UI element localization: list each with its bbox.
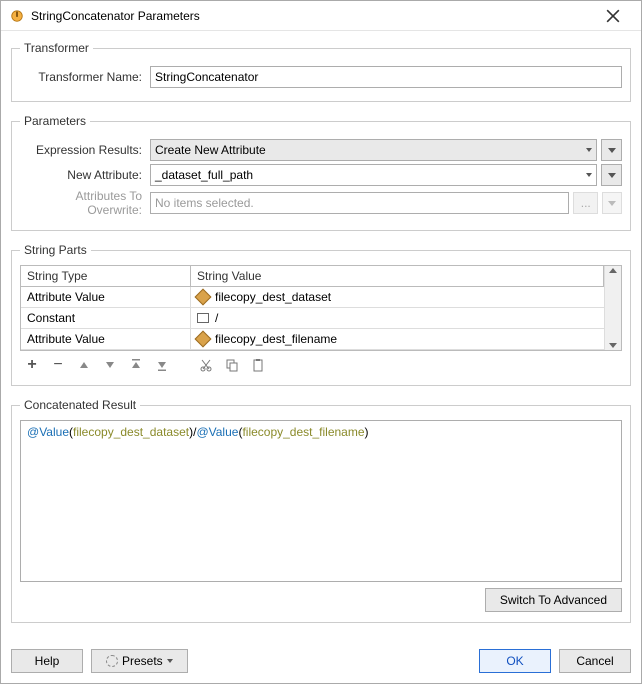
string-type-cell[interactable]: Attribute Value xyxy=(21,287,191,308)
expr-token: filecopy_dest_dataset xyxy=(73,425,189,439)
table-row[interactable]: Attribute Value filecopy_dest_dataset xyxy=(21,287,604,308)
chevron-down-icon xyxy=(608,148,616,153)
string-parts-group: String Parts String Type String Value At… xyxy=(11,243,631,386)
chevron-down-icon xyxy=(608,173,616,178)
move-top-button[interactable] xyxy=(128,357,144,373)
string-type-cell[interactable]: Attribute Value xyxy=(21,329,191,350)
ok-button[interactable]: OK xyxy=(479,649,551,673)
expr-token: Value xyxy=(209,425,239,439)
string-parts-toolbar: + − xyxy=(20,351,622,375)
string-value-cell[interactable]: filecopy_dest_filename xyxy=(191,329,604,350)
string-parts-legend: String Parts xyxy=(20,243,91,257)
move-bottom-button[interactable] xyxy=(154,357,170,373)
expr-token: Value xyxy=(39,425,69,439)
concatenated-result-group: Concatenated Result @Value(filecopy_dest… xyxy=(11,398,631,623)
app-icon xyxy=(9,8,25,24)
transformer-name-input[interactable] xyxy=(150,66,622,88)
string-type-header[interactable]: String Type xyxy=(21,266,191,287)
string-value-text: / xyxy=(215,311,218,325)
scroll-up-icon xyxy=(609,268,617,273)
close-button[interactable] xyxy=(593,2,633,30)
attributes-overwrite-browse-button: ... xyxy=(573,192,598,214)
transformer-group: Transformer Transformer Name: xyxy=(11,41,631,102)
attributes-overwrite-value: No items selected. xyxy=(155,196,254,210)
string-value-cell[interactable]: / xyxy=(191,308,604,329)
new-attribute-label: New Attribute: xyxy=(20,168,150,182)
string-value-text: filecopy_dest_filename xyxy=(215,332,337,346)
expr-token: ) xyxy=(365,425,369,439)
help-button[interactable]: Help xyxy=(11,649,83,673)
copy-button[interactable] xyxy=(224,357,240,373)
new-attribute-value: _dataset_full_path xyxy=(155,168,253,182)
new-attribute-menu-button[interactable] xyxy=(601,164,622,186)
chevron-down-icon xyxy=(586,148,592,152)
concatenated-result-legend: Concatenated Result xyxy=(20,398,140,412)
string-value-cell[interactable]: filecopy_dest_dataset xyxy=(191,287,604,308)
expr-token: @ xyxy=(196,425,208,439)
remove-row-button[interactable]: − xyxy=(50,357,66,373)
expr-token: @ xyxy=(27,425,39,439)
chevron-down-icon xyxy=(586,173,592,177)
add-row-button[interactable]: + xyxy=(24,357,40,373)
presets-icon xyxy=(106,655,118,667)
parameters-group: Parameters Expression Results: Create Ne… xyxy=(11,114,631,231)
window-title: StringConcatenator Parameters xyxy=(31,9,593,23)
expression-results-select[interactable]: Create New Attribute xyxy=(150,139,597,161)
switch-to-advanced-button[interactable]: Switch To Advanced xyxy=(485,588,622,612)
titlebar: StringConcatenator Parameters xyxy=(1,1,641,31)
dialog-footer: Help Presets OK Cancel xyxy=(1,641,641,683)
presets-label: Presets xyxy=(122,654,163,668)
string-value-header[interactable]: String Value xyxy=(191,266,604,287)
string-value-text: filecopy_dest_dataset xyxy=(215,290,331,304)
string-type-cell[interactable]: Constant xyxy=(21,308,191,329)
move-down-button[interactable] xyxy=(102,357,118,373)
cancel-button[interactable]: Cancel xyxy=(559,649,631,673)
chevron-down-icon xyxy=(167,659,173,663)
paste-button[interactable] xyxy=(250,357,266,373)
presets-button[interactable]: Presets xyxy=(91,649,188,673)
attributes-overwrite-label: Attributes To Overwrite: xyxy=(20,189,150,217)
attributes-overwrite-field: No items selected. xyxy=(150,192,569,214)
table-scrollbar[interactable] xyxy=(604,266,621,350)
dialog-window: StringConcatenator Parameters Transforme… xyxy=(0,0,642,684)
attribute-icon xyxy=(195,331,212,348)
constant-icon xyxy=(197,313,209,323)
string-parts-table: String Type String Value Attribute Value… xyxy=(20,265,622,351)
table-row[interactable]: Constant / xyxy=(21,308,604,329)
concatenated-result-text[interactable]: @Value(filecopy_dest_dataset)/@Value(fil… xyxy=(20,420,622,582)
attributes-overwrite-menu-button xyxy=(602,192,622,214)
expression-results-menu-button[interactable] xyxy=(601,139,622,161)
expression-results-label: Expression Results: xyxy=(20,143,150,157)
transformer-name-label: Transformer Name: xyxy=(20,70,150,84)
attribute-icon xyxy=(195,289,212,306)
transformer-legend: Transformer xyxy=(20,41,93,55)
cut-button[interactable] xyxy=(198,357,214,373)
expression-results-value: Create New Attribute xyxy=(155,143,266,157)
expr-token: filecopy_dest_filename xyxy=(242,425,364,439)
chevron-down-icon xyxy=(608,201,616,206)
content-area: Transformer Transformer Name: Parameters… xyxy=(1,31,641,641)
new-attribute-combo[interactable]: _dataset_full_path xyxy=(150,164,597,186)
move-up-button[interactable] xyxy=(76,357,92,373)
parameters-legend: Parameters xyxy=(20,114,90,128)
scroll-down-icon xyxy=(609,343,617,348)
table-row[interactable]: Attribute Value filecopy_dest_filename xyxy=(21,329,604,350)
